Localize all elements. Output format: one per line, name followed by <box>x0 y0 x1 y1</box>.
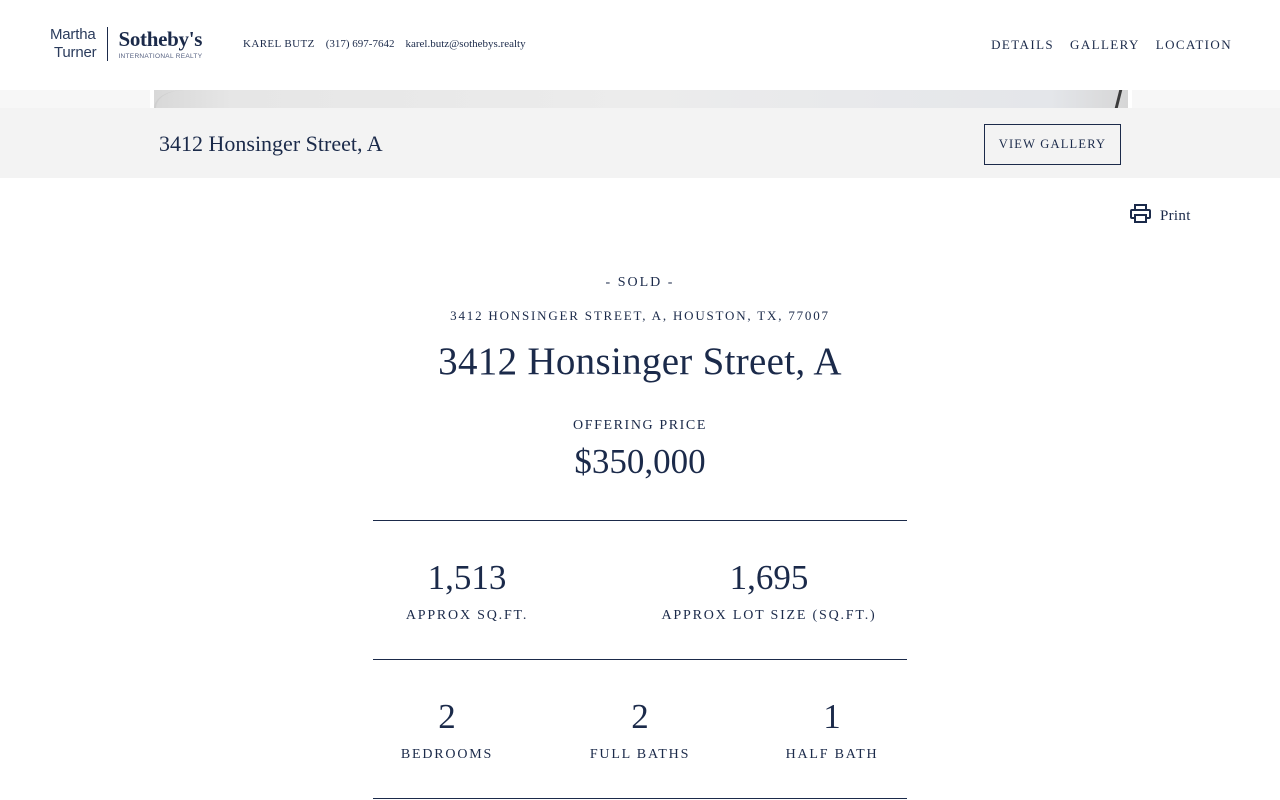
hero-image-strip <box>0 90 1280 108</box>
logo-brand: Sotheby's <box>118 27 203 51</box>
address-bar: 3412 Honsinger Street, A VIEW GALLERY <box>0 108 1280 178</box>
listing-full-address: 3412 HONSINGER STREET, A, HOUSTON, TX, 7… <box>450 308 830 323</box>
stat-caption: FULL BATHS <box>589 747 691 762</box>
listing-status: - SOLD - <box>605 275 675 290</box>
divider <box>373 520 907 521</box>
stat-bedrooms: 2 BEDROOMS <box>367 697 527 763</box>
stat-value: 1 <box>823 697 841 736</box>
print-button[interactable]: Print <box>1130 204 1191 228</box>
printer-icon <box>1130 204 1151 228</box>
stat-caption: BEDROOMS <box>400 747 494 762</box>
hero-rail <box>1114 90 1123 108</box>
address-bar-title: 3412 Honsinger Street, A <box>159 131 383 156</box>
hero-arch <box>154 90 194 108</box>
listing-title: 3412 Honsinger Street, A <box>438 340 842 383</box>
logo-line1: Martha <box>50 26 96 43</box>
stat-caption: APPROX SQ.FT. <box>405 608 529 623</box>
nav-details[interactable]: DETAILS <box>991 37 1054 53</box>
offering-price: $350,000 <box>574 442 706 481</box>
logo-divider <box>107 27 109 61</box>
main-nav: DETAILS GALLERY LOCATION <box>991 37 1232 53</box>
site-header: Martha Turner Sotheby's INTERNATIONAL RE… <box>0 0 1280 90</box>
print-label: Print <box>1160 207 1191 224</box>
divider <box>373 798 907 799</box>
agent-phone[interactable]: (317) 697-7642 <box>326 38 395 50</box>
stat-value: 1,513 <box>427 558 507 597</box>
stat-full-baths: 2 FULL BATHS <box>560 697 720 763</box>
hero-image[interactable] <box>150 90 1132 108</box>
logo-sothebys: Sotheby's INTERNATIONAL REALTY <box>118 28 202 60</box>
agent-email[interactable]: karel.butz@sothebys.realty <box>405 38 525 50</box>
nav-gallery[interactable]: GALLERY <box>1070 37 1140 53</box>
stat-lot-size: 1,695 APPROX LOT SIZE (SQ.FT.) <box>639 558 899 624</box>
stat-sqft: 1,513 APPROX SQ.FT. <box>367 558 567 624</box>
view-gallery-button[interactable]: VIEW GALLERY <box>984 124 1121 165</box>
stat-half-bath: 1 HALF BATH <box>752 697 912 763</box>
brand-logo[interactable]: Martha Turner Sotheby's INTERNATIONAL RE… <box>50 24 202 64</box>
stat-caption: HALF BATH <box>785 747 879 762</box>
stat-caption: APPROX LOT SIZE (SQ.FT.) <box>661 608 877 623</box>
logo-subtitle: INTERNATIONAL REALTY <box>118 53 203 60</box>
stat-value: 2 <box>438 697 456 736</box>
stat-value: 2 <box>631 697 649 736</box>
logo-martha-turner: Martha Turner <box>50 26 97 62</box>
offering-price-label: OFFERING PRICE <box>572 418 708 433</box>
nav-location[interactable]: LOCATION <box>1156 37 1232 53</box>
divider <box>373 659 907 660</box>
stat-value: 1,695 <box>729 558 809 597</box>
agent-info: KAREL BUTZ (317) 697-7642 karel.butz@sot… <box>243 38 526 50</box>
agent-name: KAREL BUTZ <box>243 38 315 50</box>
logo-line2: Turner <box>54 44 97 61</box>
